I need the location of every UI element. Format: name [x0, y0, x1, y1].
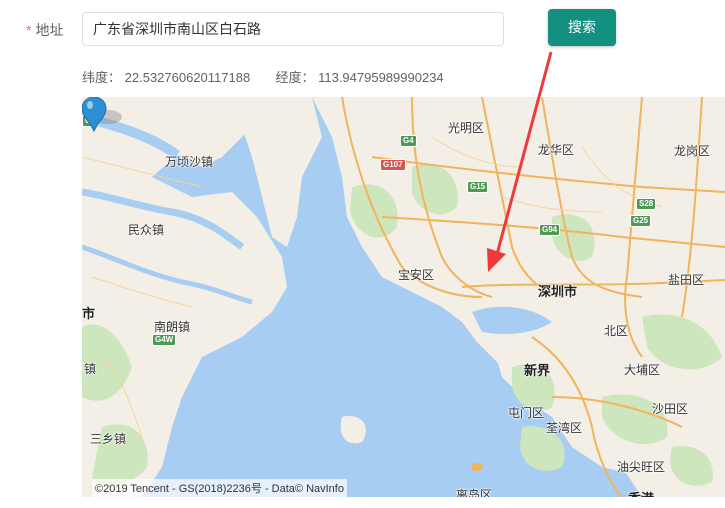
map-copyright: ©2019 Tencent - GS(2018)2236号 - Data© Na…	[92, 479, 347, 497]
highway-shield: S28	[636, 198, 657, 210]
highway-shield: G15	[467, 181, 489, 193]
place-label: 万顷沙镇	[165, 155, 214, 169]
place-label: 市	[82, 306, 96, 321]
longitude-label: 经度：	[275, 70, 315, 85]
place-label: 三乡镇	[90, 432, 127, 446]
highway-shield: G4W	[152, 334, 177, 346]
highway-shield: G25	[630, 215, 652, 227]
longitude-value: 113.94795989990234	[318, 70, 444, 85]
place-label: 光明区	[448, 121, 485, 135]
place-label: 宝安区	[398, 268, 435, 282]
place-label: 大埔区	[624, 363, 661, 377]
required-mark: *	[26, 22, 32, 38]
place-label: 北区	[604, 324, 629, 338]
place-label: 龙华区	[538, 143, 575, 157]
place-label: 新界	[524, 363, 551, 378]
place-label: 盐田区	[668, 273, 705, 287]
highway-shield: G107	[380, 159, 406, 171]
place-label: 离岛区	[456, 488, 493, 497]
coordinates-readout: 纬度： 22.532760620117188 经度： 113.947959899…	[82, 67, 444, 86]
search-button[interactable]: 搜索	[548, 9, 616, 46]
address-form-row: *地址 搜索	[0, 0, 725, 60]
highway-shield: G4	[400, 135, 417, 147]
address-label-text: 地址	[35, 22, 64, 38]
place-label: 香港	[628, 488, 654, 497]
place-label: 深圳市	[538, 284, 578, 299]
place-label: 屯门区	[508, 406, 545, 420]
place-label: 南朗镇	[154, 320, 191, 334]
place-label: 荃湾区	[546, 421, 583, 435]
address-label: * 地址	[26, 20, 63, 40]
place-label: 龙岗区	[674, 144, 711, 158]
place-label: 油尖旺区	[617, 460, 666, 474]
location-marker-icon[interactable]	[82, 97, 122, 133]
place-label: 镇	[84, 362, 97, 376]
map-view[interactable]: 光明区 龙华区 龙岗区 万顷沙镇 民众镇 宝安区 深圳市 盐田区 南朗镇 北区 …	[82, 97, 725, 497]
address-input[interactable]	[82, 12, 504, 46]
place-label: 民众镇	[128, 223, 165, 237]
latitude-value: 22.532760620117188	[124, 70, 251, 85]
latitude-label: 纬度：	[82, 70, 122, 85]
highway-shield: G94	[539, 224, 561, 236]
place-label: 沙田区	[652, 402, 689, 416]
